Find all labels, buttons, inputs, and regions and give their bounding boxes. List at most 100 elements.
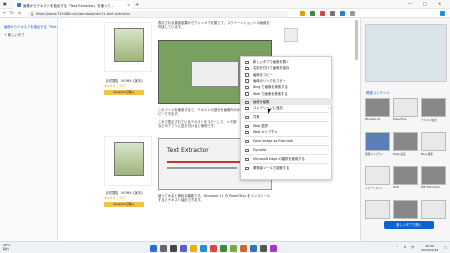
menu-item-web-capture[interactable]: Web キャプチャ	[241, 129, 333, 135]
product-rating-2: ★★★★☆ 227	[104, 196, 126, 200]
app-icon-4[interactable]	[250, 244, 257, 252]
workspaces-icon[interactable]: ▣	[3, 1, 7, 6]
app-icon-2[interactable]	[230, 244, 237, 252]
clock[interactable]: 20:30 2023/07/23	[421, 244, 438, 252]
settings-menu-icon[interactable]	[350, 11, 355, 16]
amazon-button[interactable]: Amazonで購入	[104, 90, 144, 95]
extension-icon-2[interactable]	[320, 11, 325, 16]
translate-icon	[245, 157, 249, 161]
notification-icon[interactable]: ▢	[444, 245, 447, 249]
sidebar-tab-item[interactable]: 画像からテキストを抽出する「Text Ex...	[4, 24, 65, 29]
save-icon	[245, 66, 249, 71]
thumbnail-caption: PDF Extraction	[421, 186, 441, 189]
collections-icon	[245, 106, 249, 111]
thumbnail-caption: テキスト抽出	[421, 119, 437, 122]
start-icon[interactable]	[150, 244, 157, 252]
product-rating: ★★★★☆ 227	[104, 84, 126, 88]
collections-icon[interactable]	[330, 11, 335, 16]
sidebar-new-tab[interactable]: + 新しいタブ	[4, 32, 24, 37]
teams-icon[interactable]	[180, 244, 187, 252]
product-label-2[interactable]: 【月間額】 VIOMA【楽天】	[104, 190, 156, 195]
thumbnail-caption: Windows 11	[365, 118, 381, 121]
maximize-button[interactable]: □	[423, 1, 427, 6]
evernote-icon	[245, 139, 249, 143]
menu-item-web-search-image[interactable]: Web で画像を検索する	[241, 91, 333, 97]
thumbnail[interactable]	[393, 132, 418, 151]
thumbnail[interactable]	[421, 98, 446, 117]
thumbnail-caption: PowerToys	[393, 118, 407, 121]
menu-item-dynalist[interactable]: Dynalist ›	[241, 147, 333, 153]
product-image-2[interactable]	[114, 142, 144, 176]
menu-separator	[245, 145, 329, 146]
close-window-button[interactable]: ✕	[438, 1, 441, 6]
devtools-icon	[245, 166, 249, 170]
wifi-icon[interactable]: ◔	[411, 245, 414, 249]
copilot-icon[interactable]	[440, 11, 445, 16]
thumbnail[interactable]	[393, 166, 418, 185]
app-icon-5[interactable]	[260, 244, 267, 252]
title-bar: ▣ 画像からテキストを抽出する「Text Extractor」を使って... ×…	[0, 0, 450, 9]
edge-icon[interactable]	[200, 244, 207, 252]
scrollbar[interactable]	[355, 20, 358, 60]
share-icon	[245, 115, 249, 119]
product-image[interactable]	[114, 28, 144, 62]
open-new-tab-button[interactable]: 新しいタブで開く	[384, 221, 434, 229]
paragraph-3: 使ってみると便利な機能です。Windows 11 の PowerToys をイン…	[158, 194, 271, 203]
intro-text: 表示される検索結果からウィンドウを閉じて、スクリーンショットの画像を作成していま…	[158, 21, 270, 30]
amazon-button-2[interactable]: Amazonで購入	[104, 202, 144, 207]
mouse-cursor-icon	[268, 109, 271, 114]
search-icon	[245, 85, 249, 90]
paragraph-2: これで表示されているテキストをコピーして、メモ帳などのアプリに貼り付けると便利で…	[158, 120, 237, 129]
new-tab-icon	[245, 60, 249, 64]
submenu-arrow-icon: ›	[327, 106, 329, 111]
menu-item-translate[interactable]: Microsoft Edge の翻訳を使用する	[241, 156, 333, 162]
menu-item-add-to-collections[interactable]: コレクションに追加 ›	[241, 105, 333, 111]
menu-item-share[interactable]: 共有	[241, 114, 333, 120]
profile-avatar[interactable]	[340, 11, 345, 16]
ime-indicator[interactable]: A	[404, 245, 406, 249]
extension-icon[interactable]	[310, 11, 315, 16]
thumbnail-caption: ショートカット	[365, 187, 384, 190]
menu-item-evernote[interactable]: Save image as Evernote	[241, 138, 333, 144]
thumbnail[interactable]	[393, 98, 418, 117]
url-field[interactable]: 🔒 https://www.724488.com/windows/win11-t…	[28, 10, 288, 17]
minimize-button[interactable]: —	[408, 1, 412, 6]
lock-icon: 🔒	[30, 11, 35, 16]
thumbnail[interactable]	[393, 200, 418, 219]
menu-item-devtools[interactable]: 開発者ツールで調査する	[241, 165, 333, 171]
thumbnail[interactable]	[421, 166, 446, 185]
search-icon[interactable]	[160, 244, 167, 252]
taskbar: 28°C 晴れ ⌃ A ◔ 20:30 2023/07/23 ▢	[0, 241, 450, 253]
store-icon[interactable]	[220, 244, 227, 252]
tray-chevron-icon[interactable]: ⌃	[396, 245, 399, 249]
app-icon-3[interactable]	[240, 244, 247, 252]
new-tab-button[interactable]: +	[135, 2, 139, 8]
app-icon[interactable]	[210, 244, 217, 252]
weather-widget[interactable]: 28°C 晴れ	[3, 243, 10, 251]
ad-image[interactable]	[284, 28, 298, 42]
product-label[interactable]: 【月間額】 VIOMA【楽天】	[104, 78, 156, 83]
favorites-star-icon[interactable]	[300, 11, 305, 16]
thumbnail[interactable]	[365, 200, 390, 219]
search-image-icon	[245, 92, 249, 96]
copy-icon	[245, 73, 249, 77]
dynalist-icon	[245, 148, 249, 152]
thumbnail[interactable]	[365, 98, 390, 117]
thumbnail[interactable]	[421, 200, 446, 219]
home-icon[interactable]: ⌂	[18, 11, 21, 16]
submenu-arrow-icon: ›	[327, 148, 329, 152]
app-icon-6[interactable]	[270, 244, 277, 252]
thumbnail[interactable]	[365, 166, 390, 185]
task-view-icon[interactable]	[170, 244, 177, 252]
close-tab-icon[interactable]: ×	[127, 3, 130, 7]
back-icon[interactable]: ←	[3, 11, 7, 16]
side-panel-preview[interactable]	[365, 24, 447, 82]
tab-active[interactable]: 画像からテキストを抽出する「Text Extractor」を使って... ×	[14, 1, 132, 9]
vertical-tabs-sidebar: 画像からテキストを抽出する「Text Ex... + 新しいタブ	[0, 18, 65, 241]
tab-title: 画像からテキストを抽出する「Text Extractor」を使って...	[23, 3, 114, 8]
refresh-icon[interactable]: ↻	[10, 11, 14, 16]
thumbnail[interactable]	[365, 132, 390, 151]
file-explorer-icon[interactable]	[190, 244, 197, 252]
thumbnail[interactable]	[421, 132, 446, 151]
menu-separator	[245, 163, 329, 164]
